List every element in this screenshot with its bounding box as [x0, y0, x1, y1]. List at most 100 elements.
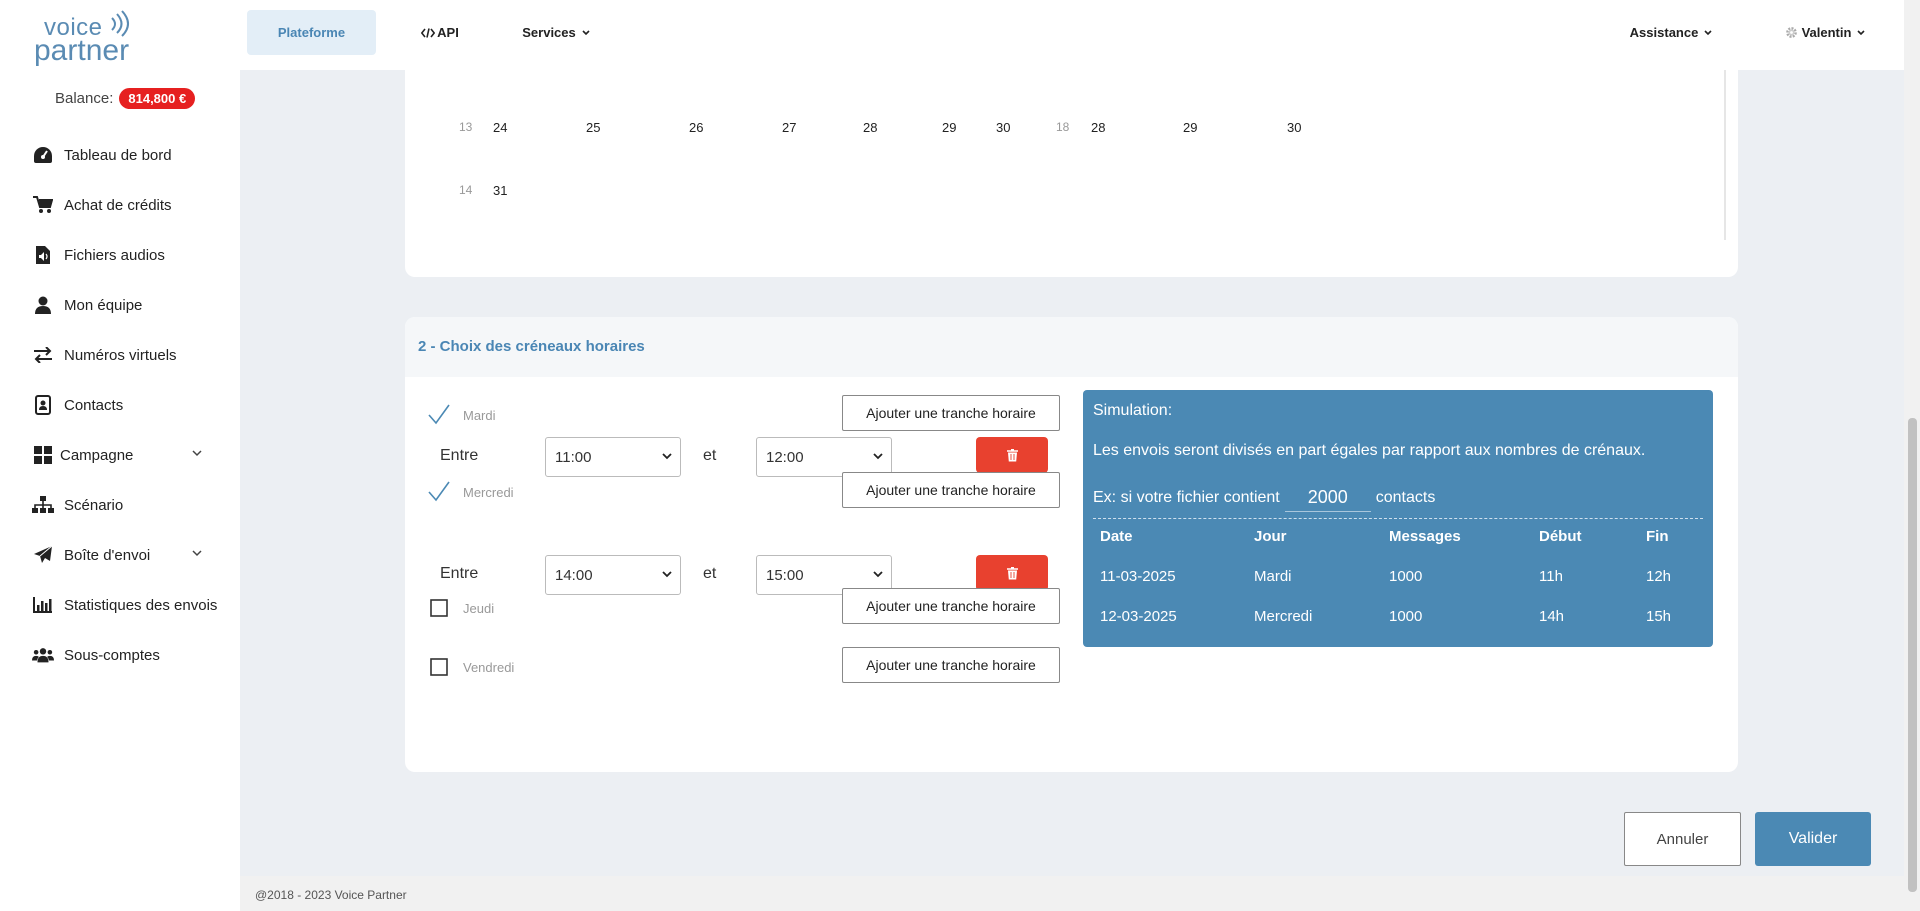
delete-timeslot-button[interactable] [976, 437, 1048, 473]
user-menu[interactable]: Valentin [1780, 10, 1870, 55]
week-number: 14 [459, 183, 473, 197]
dashboard-icon [32, 145, 54, 165]
start-time-select[interactable]: 11:00 [545, 437, 681, 477]
cancel-button[interactable]: Annuler [1624, 812, 1741, 866]
code-icon [421, 27, 436, 38]
add-timeslot-button[interactable]: Ajouter une tranche horaire [842, 647, 1060, 683]
calendar-day[interactable]: 29 [1183, 120, 1197, 135]
trash-icon [1006, 566, 1018, 579]
grid-icon [32, 445, 54, 465]
sidebar-item-contacts[interactable]: Contacts [0, 380, 240, 430]
checkmark-icon[interactable] [427, 403, 451, 427]
sidebar-item-fichiers-audios[interactable]: Fichiers audios [0, 230, 240, 280]
calendar-day[interactable]: 26 [689, 120, 703, 135]
chevron-down-icon [873, 571, 883, 578]
add-timeslot-label: Ajouter une tranche horaire [866, 598, 1036, 614]
sidebar: voice partner Balance: 814,800 € Tableau… [0, 0, 240, 911]
calendar-day[interactable]: 25 [586, 120, 600, 135]
cancel-label: Annuler [1656, 830, 1709, 848]
example-suffix: contacts [1375, 489, 1436, 506]
contacts-count-input[interactable] [1284, 484, 1371, 512]
sidebar-item-campagne[interactable]: Campagne [0, 430, 240, 480]
sidebar-item-boite-d-envoi[interactable]: Boîte d'envoi [0, 530, 240, 580]
sidebar-item-label: Achat de crédits [64, 196, 172, 214]
calendar-scrollbar[interactable] [1724, 70, 1726, 240]
calendar-day[interactable]: 24 [493, 120, 507, 135]
sidebar-item-scenario[interactable]: Scénario [0, 480, 240, 530]
timeslots-card: 2 - Choix des créneaux horaires Mardi Aj… [405, 317, 1738, 772]
add-timeslot-button[interactable]: Ajouter une tranche horaire [842, 588, 1060, 624]
page-scrollbar[interactable] [1904, 0, 1920, 911]
entre-label: Entre [440, 565, 479, 582]
table-cell: Mardi [1254, 568, 1292, 585]
sidebar-item-mon-equipe[interactable]: Mon équipe [0, 280, 240, 330]
end-time-value: 12:00 [766, 448, 804, 466]
tab-plateforme[interactable]: Plateforme [247, 10, 376, 55]
assistance-menu[interactable]: Assistance [1626, 10, 1716, 55]
timeslot-row: Entre 11:00 et 12:00 [405, 437, 1065, 477]
delete-timeslot-button[interactable] [976, 555, 1048, 591]
chevron-down-icon [873, 453, 883, 460]
sidebar-item-statistiques-des-envois[interactable]: Statistiques des envois [0, 580, 240, 630]
sidebar-item-label: Sous-comptes [64, 646, 160, 664]
sidebar-item-label: Mon équipe [64, 296, 143, 314]
chevron-down-icon [582, 29, 590, 35]
simulation-divider [1093, 518, 1703, 519]
week-number: 18 [1056, 120, 1070, 134]
simulation-description: Les envois seront divisés en part égales… [1093, 442, 1646, 459]
tab-api[interactable]: API [410, 10, 470, 55]
day-label: Mardi [463, 408, 496, 423]
sidebar-item-label: Numéros virtuels [64, 346, 177, 364]
checkbox-icon[interactable] [427, 596, 451, 620]
table-cell: 12h [1646, 568, 1672, 585]
add-timeslot-button[interactable]: Ajouter une tranche horaire [842, 395, 1060, 431]
voice-partner-logo[interactable]: voice partner [32, 8, 142, 67]
scrollbar-thumb[interactable] [1908, 418, 1917, 892]
calendar-day[interactable]: 30 [1287, 120, 1301, 135]
end-time-select[interactable]: 12:00 [756, 437, 892, 477]
contact-book-icon [32, 395, 54, 415]
main-content: 13 24 25 26 27 28 29 30 18 28 29 30 14 3… [240, 70, 1904, 876]
sidebar-item-numeros-virtuels[interactable]: Numéros virtuels [0, 330, 240, 380]
exchange-icon [32, 345, 54, 365]
sidebar-item-achat-de-credits[interactable]: Achat de crédits [0, 180, 240, 230]
chevron-down-icon [662, 453, 672, 460]
et-label: et [703, 447, 717, 464]
calendar-day[interactable]: 28 [863, 120, 877, 135]
checkmark-icon[interactable] [427, 480, 451, 504]
checkbox-icon[interactable] [427, 655, 451, 679]
footer-copyright: @2018 - 2023 Voice Partner [255, 888, 407, 902]
paper-plane-icon [32, 545, 54, 565]
start-time-select[interactable]: 14:00 [545, 555, 681, 595]
calendar-day[interactable]: 30 [996, 120, 1010, 135]
example-prefix: Ex: si votre fichier contient [1093, 489, 1280, 506]
table-cell: 11h [1539, 568, 1563, 585]
audio-file-icon [32, 245, 54, 265]
calendar-day[interactable]: 31 [493, 183, 507, 198]
table-cell: Mercredi [1254, 608, 1313, 625]
add-timeslot-button[interactable]: Ajouter une tranche horaire [842, 472, 1060, 508]
start-time-value: 14:00 [555, 566, 593, 584]
sitemap-icon [32, 495, 54, 515]
sidebar-item-label: Statistiques des envois [64, 596, 218, 614]
sidebar-item-label: Boîte d'envoi [64, 546, 151, 564]
column-header-jour: Jour [1254, 528, 1287, 545]
chevron-down-icon [1857, 29, 1865, 35]
add-timeslot-label: Ajouter une tranche horaire [866, 482, 1036, 498]
sidebar-item-label: Tableau de bord [64, 146, 172, 164]
calendar-day[interactable]: 29 [942, 120, 956, 135]
day-label: Mercredi [463, 485, 514, 500]
sidebar-nav: Tableau de bord Achat de crédits Fichier… [0, 130, 240, 680]
tab-label: Plateforme [277, 25, 346, 40]
timeslots-header: 2 - Choix des créneaux horaires [405, 317, 1738, 377]
table-cell: 1000 [1389, 608, 1423, 625]
add-timeslot-label: Ajouter une tranche horaire [866, 405, 1036, 421]
calendar-day[interactable]: 27 [782, 120, 796, 135]
assistance-label: Assistance [1629, 25, 1699, 40]
tab-services[interactable]: Services [521, 10, 591, 55]
validate-button[interactable]: Valider [1755, 812, 1871, 866]
calendar-day[interactable]: 28 [1091, 120, 1105, 135]
sidebar-item-tableau-de-bord[interactable]: Tableau de bord [0, 130, 240, 180]
sidebar-item-sous-comptes[interactable]: Sous-comptes [0, 630, 240, 680]
column-header-date: Date [1100, 528, 1133, 545]
